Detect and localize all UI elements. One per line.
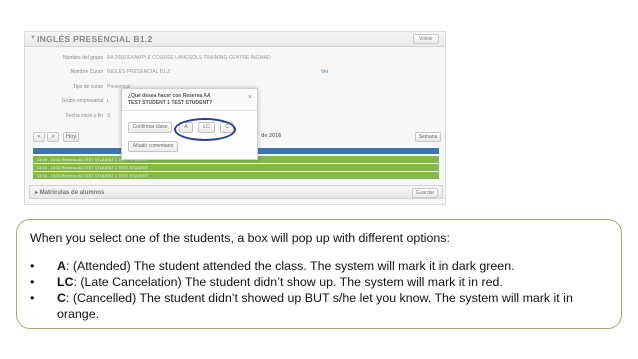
next-week-button[interactable]: > — [47, 132, 59, 142]
session-row[interactable]: 14:00 - 15:30 Reserva AA TEST STUDENT 2 … — [33, 164, 439, 171]
options-highlight-oval — [174, 118, 236, 141]
bullet: • — [30, 275, 35, 289]
instructions-callout: When you select one of the students, a b… — [16, 219, 622, 329]
form-value-group: AA 2016 EXAMPLE COURSE LANGSOLS TRAINING… — [107, 55, 271, 61]
add-comment-button[interactable]: Añadir comentario — [128, 141, 178, 152]
session-row[interactable]: 14:00 - 15:30 Reserva AA TEST STUDENT 3 … — [33, 172, 439, 179]
option-a-description: A: (Attended) The student attended the c… — [57, 259, 515, 273]
popup-question: ¿Qué desea hacer con Reserva AA — [128, 93, 211, 99]
save-button[interactable]: Guardar — [412, 188, 438, 198]
back-button[interactable]: Volver — [413, 34, 439, 44]
form-value-course: INGLÉS PRESENCIAL B1.2 — [107, 69, 170, 75]
week-view-button[interactable]: Semana — [415, 132, 441, 142]
students-section-header[interactable]: ▸ Matrículas de alumnos Guardar — [29, 185, 443, 199]
bullet: • — [30, 259, 35, 273]
week-range-label: de 2016 — [261, 133, 282, 139]
today-button[interactable]: Hoy — [63, 132, 79, 142]
students-section-title: ▸ Matrículas de alumnos — [35, 190, 105, 196]
form-value-dates: S — [107, 113, 111, 119]
popup-header: ¿Qué desea hacer con Reserva AA TEST STU… — [122, 89, 257, 111]
course-title: INGLÉS PRESENCIAL B1.2 — [37, 34, 153, 44]
course-screenshot: ▼ INGLÉS PRESENCIAL B1.2 Volver Nombre d… — [24, 31, 446, 205]
option-c-description: C: (Cancelled) The student didn’t showed… — [57, 291, 573, 321]
option-lc-description: LC: (Late Cancelation) The student didn’… — [57, 275, 503, 289]
form-value-company: L — [107, 98, 110, 104]
popup-student: TEST STUDENT 1 TEST STUDENT? — [128, 100, 213, 106]
course-title-bar: ▼ INGLÉS PRESENCIAL B1.2 Volver — [25, 32, 445, 47]
bullet: • — [30, 291, 35, 305]
collapse-arrow-icon[interactable]: ▼ — [30, 35, 36, 41]
close-icon[interactable]: × — [248, 94, 252, 101]
prev-week-button[interactable]: < — [33, 132, 45, 142]
view-link[interactable]: Ver — [321, 69, 329, 75]
confirm-class-button[interactable]: Confirmar clase — [128, 122, 172, 133]
callout-intro: When you select one of the students, a b… — [30, 231, 450, 245]
